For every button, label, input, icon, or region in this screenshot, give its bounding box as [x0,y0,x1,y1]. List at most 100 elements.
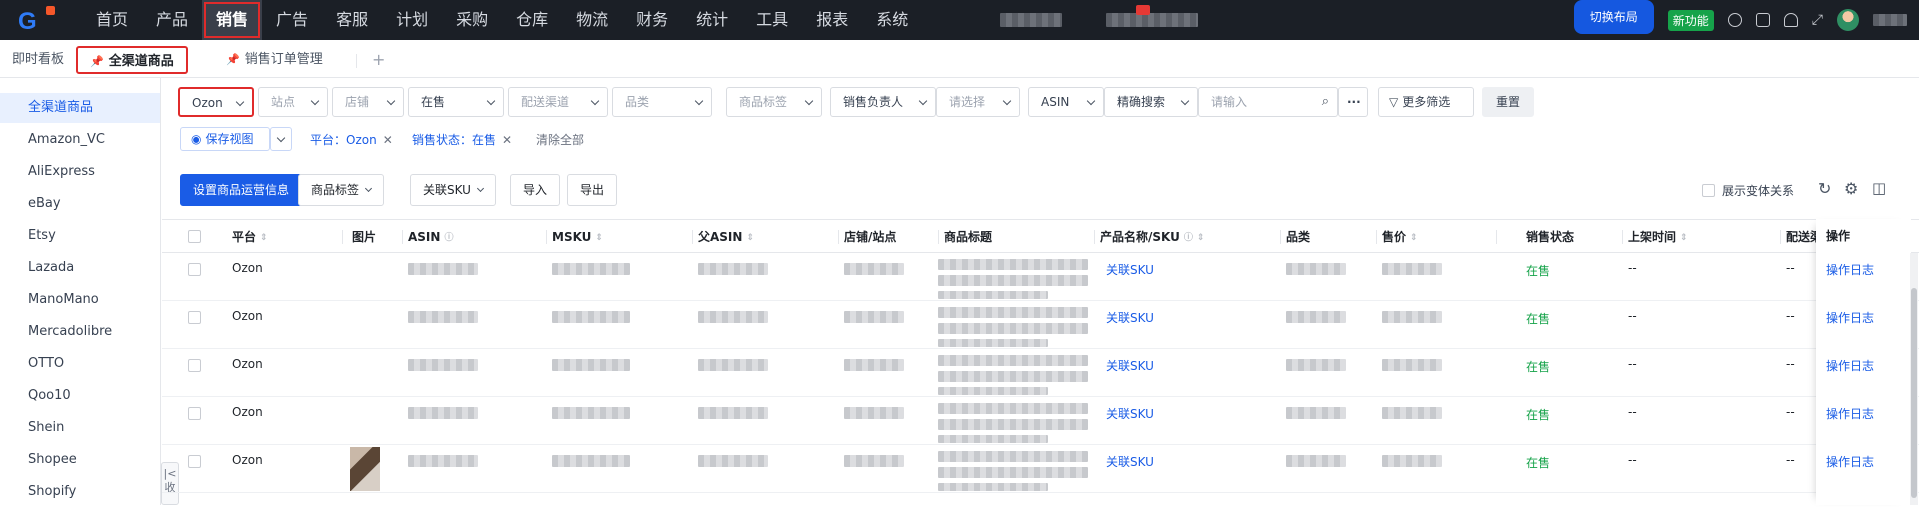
export-button[interactable]: 导出 [567,174,618,206]
task-icon[interactable] [1755,13,1770,27]
set-product-info-button[interactable]: 设置商品运营信息 [180,174,303,206]
columns-icon[interactable]: ◫ [1872,179,1886,197]
avatar[interactable] [1837,9,1859,31]
tab-sales-order[interactable]: 📌 销售订单管理 [226,46,323,74]
owner-value-select[interactable]: 请选择 [936,87,1020,117]
import-button[interactable]: 导入 [510,174,561,206]
platform-select[interactable]: Ozon [178,87,254,117]
sort-icon[interactable]: ⇕ [595,221,603,255]
nav-tools[interactable]: 工具 [742,0,802,40]
row-checkbox[interactable] [188,455,201,468]
tab-all-channel-products[interactable]: 📌 全渠道商品 [76,46,188,74]
search-field-select[interactable]: ASIN [1028,87,1104,117]
save-view-button[interactable]: ◉ 保存视图 [180,127,270,151]
sidebar-item-all[interactable]: 全渠道商品 [0,93,160,123]
row-checkbox[interactable] [188,359,201,372]
col-msku[interactable]: MSKU ⇕ [552,220,603,254]
nav-stats[interactable]: 统计 [682,0,742,40]
product-tag-select[interactable]: 商品标签 [726,87,822,117]
settings-icon[interactable]: ⚙ [1844,179,1858,198]
add-tab-button[interactable]: + [372,46,385,74]
sidebar-item-amazon-vc[interactable]: Amazon_VC [0,125,160,155]
sort-icon[interactable]: ⇕ [1680,221,1688,255]
more-options-button[interactable]: ··· [1338,87,1368,117]
search-input[interactable]: 请输入 ⌕ [1198,87,1338,117]
channel-select[interactable]: 配送渠道 [508,87,608,117]
refresh-icon[interactable]: ↻ [1818,179,1831,198]
nav-sales[interactable]: 销售 [202,0,263,40]
reset-button[interactable]: 重置 [1482,87,1534,117]
operation-log-link[interactable]: 操作日志 [1826,309,1874,326]
operation-log-link[interactable]: 操作日志 [1826,261,1874,278]
operation-log-link[interactable]: 操作日志 [1826,405,1874,422]
nav-plan[interactable]: 计划 [382,0,442,40]
table-row[interactable]: Ozon 关联SKU 在售 -- -- [162,301,1919,349]
chip-platform[interactable]: 平台：Ozon ✕ [310,129,393,151]
clear-all-filters[interactable]: 清除全部 [536,129,584,151]
search-icon[interactable]: ⌕ [1322,88,1329,116]
nav-service[interactable]: 客服 [322,0,382,40]
app-logo[interactable]: G [18,6,55,36]
sort-icon[interactable]: ⇕ [1410,221,1418,255]
sidebar-item-ebay[interactable]: eBay [0,189,160,219]
link-sku-link[interactable]: 关联SKU [1106,261,1154,278]
col-price[interactable]: 售价 ⇕ [1382,220,1418,254]
select-all-checkbox[interactable] [188,230,201,243]
nav-purchase[interactable]: 采购 [442,0,502,40]
sidebar-item-otto[interactable]: OTTO [0,349,160,379]
sort-icon[interactable]: ⇕ [260,221,268,255]
link-sku-link[interactable]: 关联SKU [1106,453,1154,470]
nav-ads[interactable]: 广告 [262,0,322,40]
chip-sale-status[interactable]: 销售状态：在售 ✕ [412,129,512,151]
link-sku-link[interactable]: 关联SKU [1106,405,1154,422]
nav-logistics[interactable]: 物流 [562,0,622,40]
sidebar-item-lazada[interactable]: Lazada [0,253,160,283]
sort-icon[interactable]: ⇕ [1197,221,1205,255]
sidebar-item-aliexpress[interactable]: AliExpress [0,157,160,187]
col-parent-asin[interactable]: 父ASIN ⇕ [698,220,754,254]
col-asin[interactable]: ASIN ⓘ [408,220,453,254]
new-feature-button[interactable]: 新功能 [1667,9,1714,31]
fullscreen-icon[interactable]: ⤢ [1812,12,1823,28]
close-icon[interactable]: ✕ [383,133,393,147]
show-variant-checkbox[interactable] [1702,184,1715,197]
more-filter-button[interactable]: ▽ 更多筛选 [1378,87,1474,117]
store-select[interactable]: 店铺 [332,87,404,117]
col-platform[interactable]: 平台 ⇕ [232,220,268,254]
tab-dashboard[interactable]: 即时看板 [12,46,64,74]
link-sku-link[interactable]: 关联SKU [1106,357,1154,374]
nav-home[interactable]: 首页 [82,0,142,40]
sale-status-select[interactable]: 在售 [408,87,504,117]
table-row[interactable]: Ozon 关联SKU 在售 -- -- [162,445,1919,493]
search-mode-select[interactable]: 精确搜索 [1104,87,1198,117]
sort-icon[interactable]: ⇕ [746,221,754,255]
sidebar-item-manomano[interactable]: ManoMano [0,285,160,315]
help-icon[interactable] [1727,13,1742,27]
row-checkbox[interactable] [188,263,201,276]
category-select[interactable]: 品类 [612,87,712,117]
sidebar-item-etsy[interactable]: Etsy [0,221,160,251]
save-view-dropdown[interactable] [270,127,292,151]
vertical-scrollbar[interactable] [1910,253,1918,505]
operation-log-link[interactable]: 操作日志 [1826,453,1874,470]
operation-log-link[interactable]: 操作日志 [1826,357,1874,374]
row-checkbox[interactable] [188,311,201,324]
nav-warehouse[interactable]: 仓库 [502,0,562,40]
sidebar-item-shein[interactable]: Shein [0,413,160,443]
sidebar-item-qoo10[interactable]: Qoo10 [0,381,160,411]
sidebar-item-mercadolibre[interactable]: Mercadolibre [0,317,160,347]
product-tag-button[interactable]: 商品标签 [298,174,385,206]
nav-reports[interactable]: 报表 [802,0,862,40]
table-row[interactable]: Ozon 关联SKU 在售 -- -- [162,397,1919,445]
sidebar-item-shopify[interactable]: Shopify [0,477,160,507]
col-listed-time[interactable]: 上架时间 ⇕ [1628,220,1688,254]
site-select[interactable]: 站点 [258,87,328,117]
scrollbar-thumb[interactable] [1911,288,1917,498]
close-icon[interactable]: ✕ [502,133,512,147]
link-sku-button[interactable]: 关联SKU [410,174,496,206]
col-product-sku[interactable]: 产品名称/SKU ⓘ ⇕ [1100,220,1204,254]
table-row[interactable]: Ozon 关联SKU 在售 -- -- [162,253,1919,301]
nav-system[interactable]: 系统 [862,0,922,40]
nav-product[interactable]: 产品 [142,0,202,40]
switch-layout-button[interactable]: 切换布局 [1573,0,1654,34]
